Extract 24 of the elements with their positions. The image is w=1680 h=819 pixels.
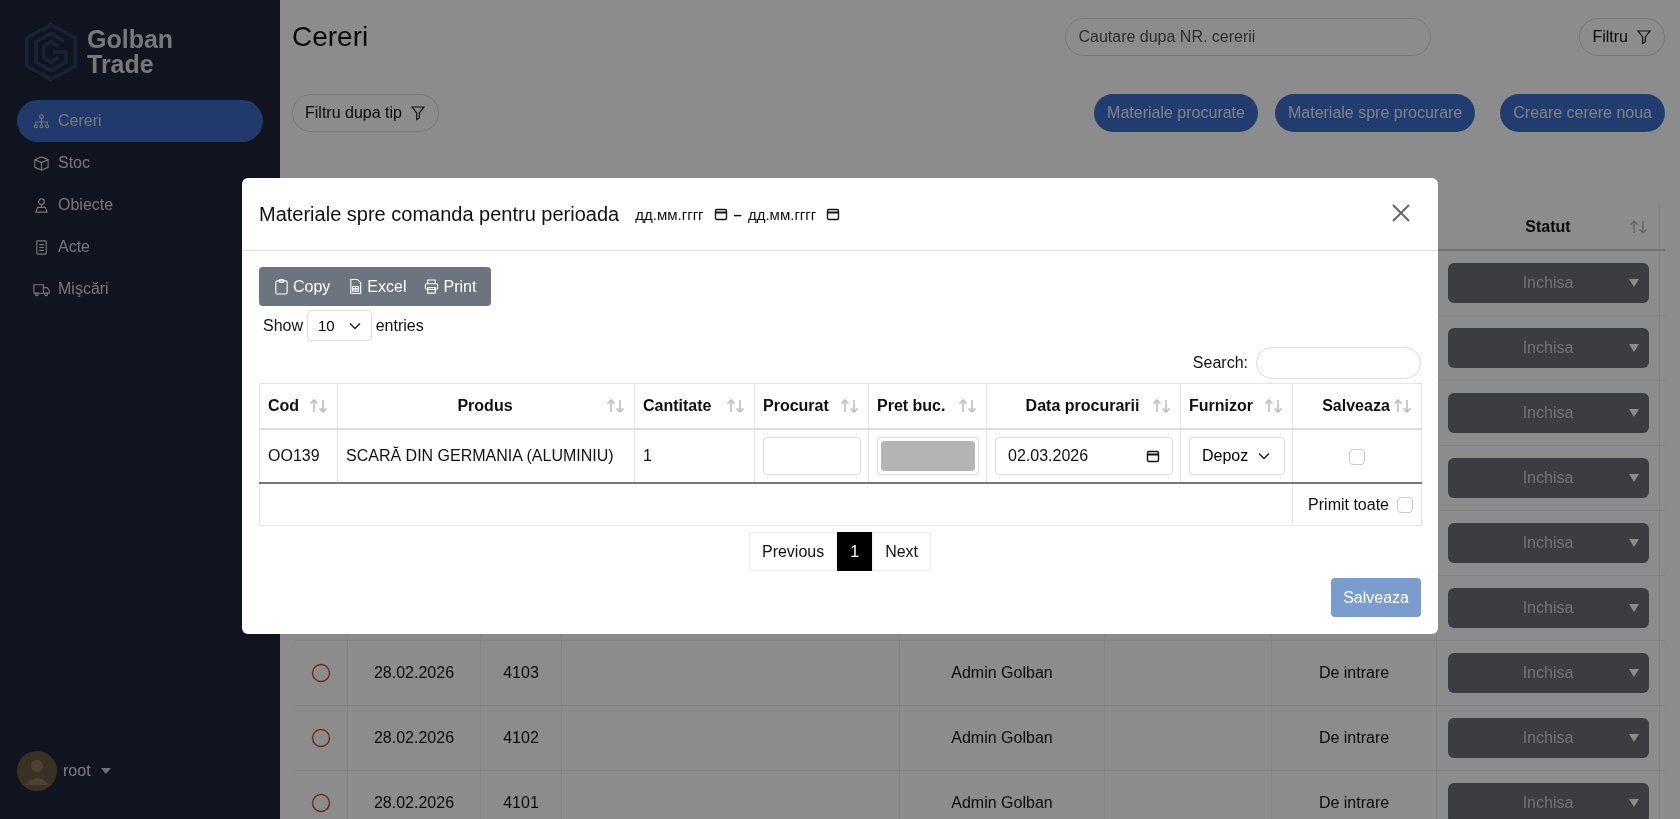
table-cell: 28.02.2026 (373, 729, 455, 747)
table-cell: OO139 (268, 447, 320, 464)
logo-text: Trade (87, 52, 155, 77)
table-cell: 4103 (503, 664, 539, 682)
modal-title: Materiale spre comanda pentru perioada (259, 202, 620, 226)
table-cell: Admin Golban (951, 794, 1053, 812)
logo-text: Golban (87, 27, 174, 52)
table-cell: Admin Golban (951, 664, 1053, 682)
table-cell: 4101 (503, 794, 539, 812)
table-cell: 4102 (503, 729, 539, 747)
show-label: Show (263, 316, 304, 335)
table-cell: 28.02.2026 (373, 794, 455, 812)
table-cell: 28.02.2026 (373, 664, 455, 682)
table-cell: Admin Golban (951, 729, 1053, 747)
table-cell: SCARĂ DIN GERMANIA (ALUMINIU) (346, 447, 614, 464)
table-cell: De intrare (1318, 794, 1390, 812)
date-separator: – (733, 205, 742, 223)
table-cell: 1 (643, 447, 652, 464)
table-cell: De intrare (1318, 729, 1390, 747)
table-cell: De intrare (1318, 664, 1390, 682)
search-label: Search: (1192, 354, 1248, 372)
page-title: Cereri (292, 21, 370, 53)
receive-all-label: Primit toate (1308, 495, 1389, 514)
entries-label: entries (375, 316, 424, 335)
